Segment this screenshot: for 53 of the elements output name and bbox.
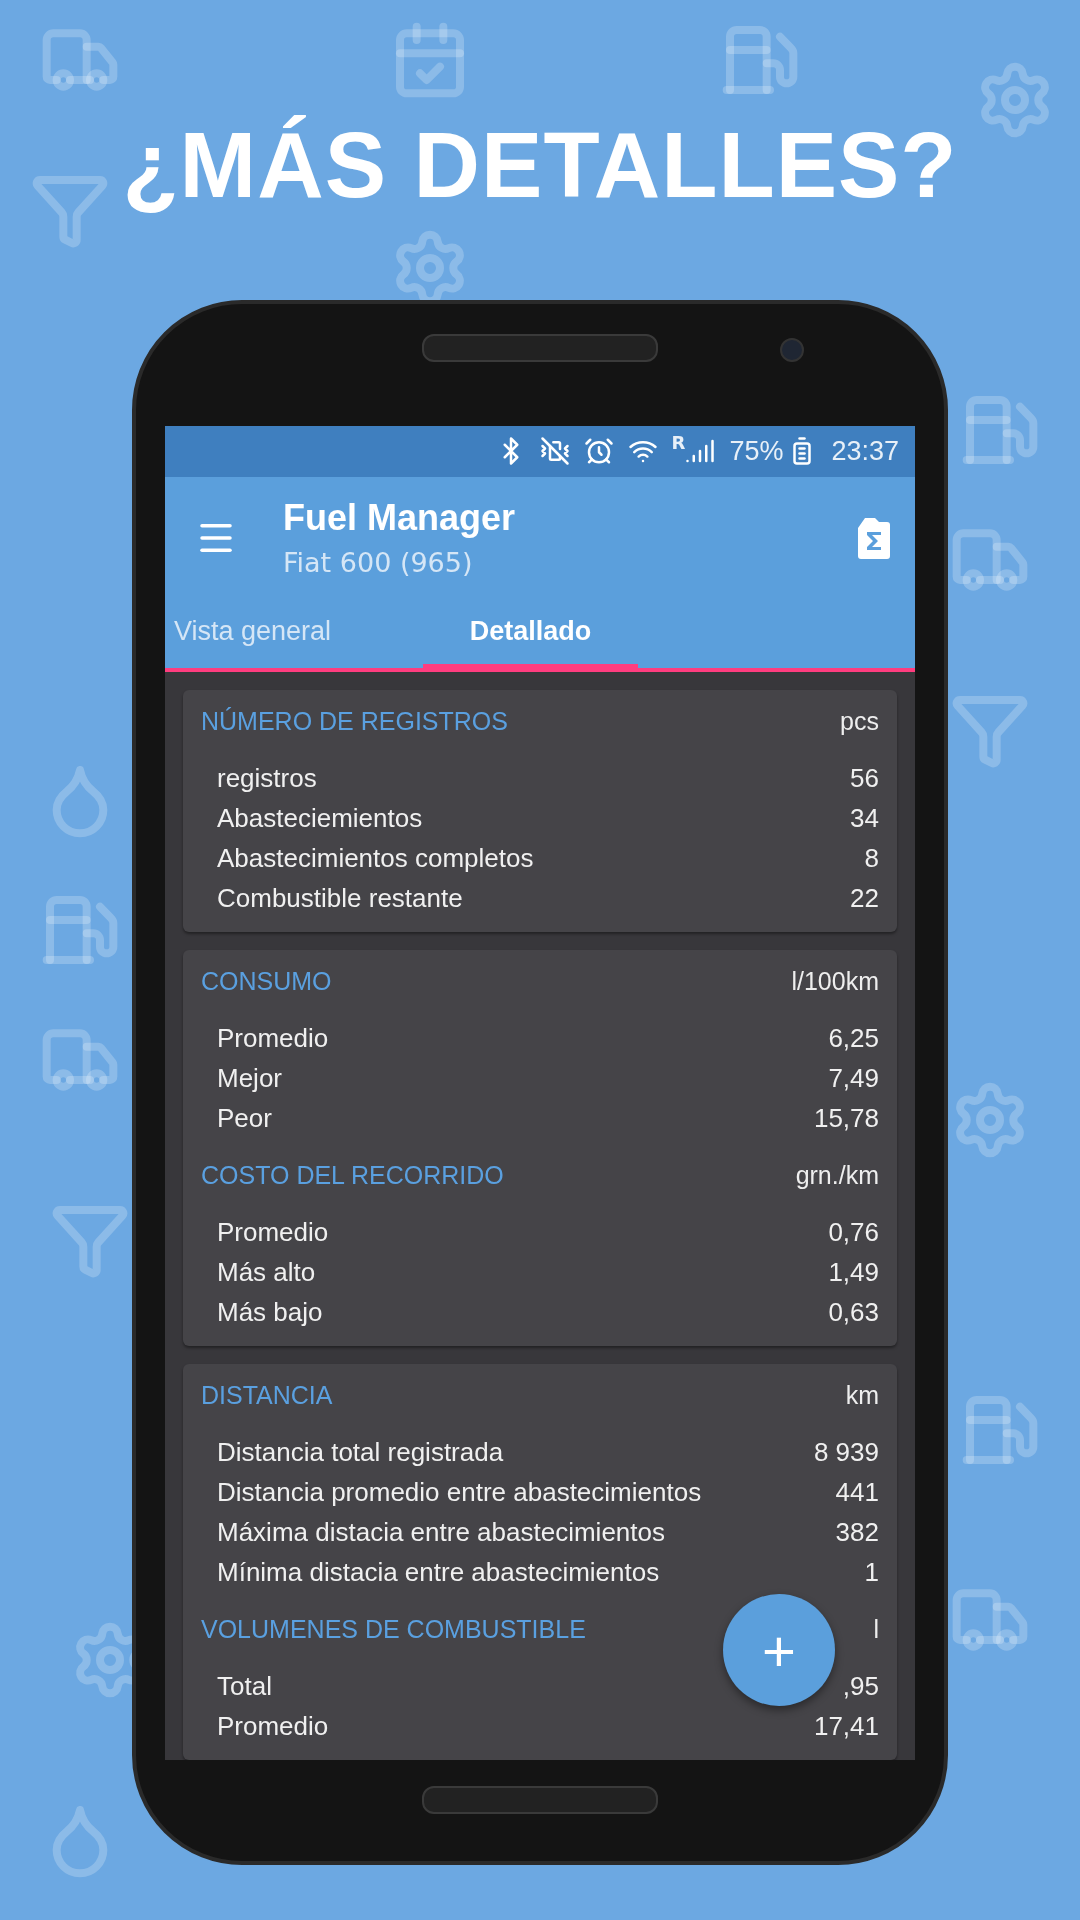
stat-label: Distancia total registrada: [217, 1436, 504, 1468]
stat-label: Abasteciemientos: [217, 802, 423, 834]
stat-label: Máxima distacia entre abastecimientos: [217, 1516, 665, 1548]
battery-percent: 75%: [729, 435, 784, 467]
vibrate-off-icon: [539, 436, 570, 467]
unit-label: pcs: [840, 706, 879, 736]
section-title: DISTANCIA: [201, 1380, 333, 1410]
headline: ¿MÁS DETALLES?: [122, 113, 958, 218]
stat-label: Abastecimientos completos: [217, 842, 534, 874]
stat-label: Más alto: [217, 1256, 316, 1288]
section-title: VOLUMENES DE COMBUSTIBLE: [201, 1614, 586, 1644]
vehicle-subtitle: Fiat 600 (965): [283, 547, 474, 579]
tab[interactable]: Vista general: [165, 598, 423, 672]
stat-value: 8 939: [813, 1436, 879, 1468]
stat-value: 17,41: [813, 1710, 879, 1742]
section-title: NÚMERO DE REGISTROS: [201, 706, 508, 736]
stat-label: Promedio: [217, 1710, 329, 1742]
unit-label: grn./km: [795, 1160, 879, 1190]
app-title: Fuel Manager: [283, 497, 517, 540]
stat-label: Total: [217, 1670, 272, 1702]
stat-label: Mejor: [217, 1062, 282, 1094]
stat-value: 0,63: [828, 1296, 879, 1328]
unit-label: km: [845, 1380, 879, 1410]
stat-label: Peor: [217, 1102, 272, 1134]
camera: [780, 338, 804, 362]
stat-value: 1: [864, 1556, 879, 1588]
stat-label: Mínima distacia entre abastecimientos: [217, 1556, 660, 1588]
tab[interactable]: Detallado: [423, 598, 638, 672]
canister-sum-icon[interactable]: [857, 515, 891, 560]
stat-value: 22: [850, 882, 879, 914]
stat-label: registros: [217, 762, 317, 794]
clock: 23:37: [831, 435, 899, 467]
unit-label: l/100km: [791, 966, 879, 996]
stat-value: 8: [864, 842, 879, 874]
stat-value: 34: [850, 802, 879, 834]
stat-value: 0,76: [828, 1216, 879, 1248]
stat-value: 15,78: [813, 1102, 879, 1134]
network-letter: R: [671, 432, 686, 453]
stat-label: Más bajo: [217, 1296, 323, 1328]
stat-value: 6,25: [828, 1022, 879, 1054]
stat-value: 441: [835, 1476, 879, 1508]
stat-label: Promedio: [217, 1022, 329, 1054]
stat-label: Promedio: [217, 1216, 329, 1248]
stat-value: 1,49: [828, 1256, 879, 1288]
stat-value: 7,49: [828, 1062, 879, 1094]
section-title: COSTO DEL RECORRIDO: [201, 1160, 504, 1190]
unit-label: l: [873, 1614, 879, 1644]
stat-value: ,95: [842, 1670, 879, 1702]
stat-value: 382: [835, 1516, 879, 1548]
stat-value: 56: [850, 762, 879, 794]
stat-label: Combustible restante: [217, 882, 463, 914]
stat-label: Distancia promedio entre abastecimientos: [217, 1476, 702, 1508]
section-title: CONSUMO: [201, 966, 332, 996]
